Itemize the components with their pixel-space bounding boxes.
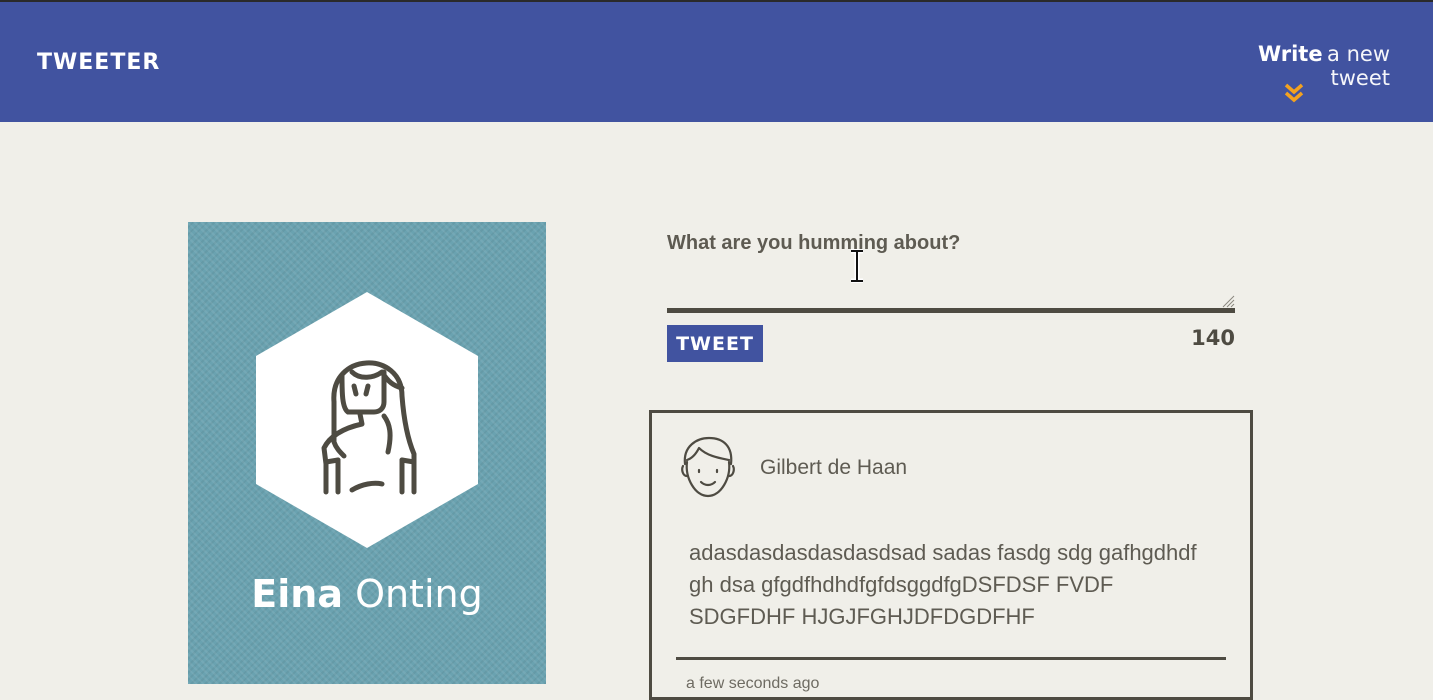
double-chevron-down-icon [1284,83,1304,103]
compose-prompt-label: What are you humming about? [667,232,961,254]
text-cursor-icon [851,249,863,283]
character-counter: 140 [1191,326,1235,350]
tweet-timestamp: a few seconds ago [686,675,820,692]
compose-underline [667,308,1235,313]
top-nav: TWEETER Write a new tweet [0,2,1433,122]
tweet-body: adasdasdasdasdasdsad sadas fasdg sdg gaf… [689,540,1197,629]
resize-grip-icon[interactable] [1221,294,1235,308]
write-new-tweet-toggle[interactable]: Write a new tweet [1200,42,1390,112]
profile-last-name: Onting [355,572,483,616]
brand-logo[interactable]: TWEETER [37,50,160,75]
tweet-card: Gilbert de Haan adasdasdasdasdasdsad sad… [649,410,1253,700]
tweet-textarea[interactable] [667,262,1235,308]
profile-name: Eina Onting [188,572,546,616]
tweet-divider [676,657,1226,660]
profile-first-name: Eina [251,572,343,616]
woman-avatar-icon [256,292,478,548]
profile-card: Eina Onting [188,222,546,684]
man-avatar-icon [681,436,735,498]
compose-toggle-bold-label: Write [1257,42,1323,66]
tweet-author-name[interactable]: Gilbert de Haan [760,456,907,480]
compose-toggle-label: a new tweet [1327,42,1390,90]
tweet-button[interactable]: TWEET [667,325,763,362]
